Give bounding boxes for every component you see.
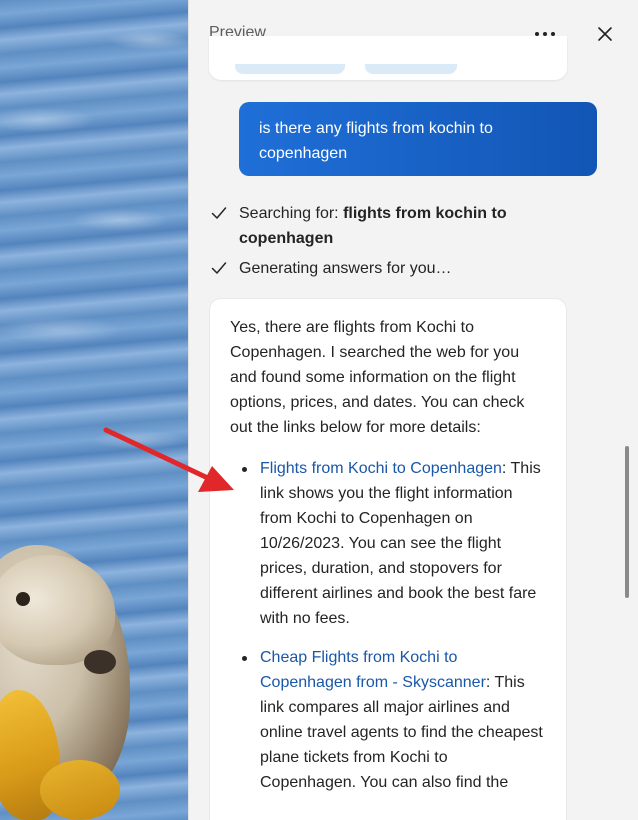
status-prefix: Searching for: (239, 205, 344, 222)
suggestion-chip[interactable] (365, 64, 457, 74)
close-icon (598, 27, 612, 41)
wallpaper-photo (0, 0, 188, 820)
status-text: Generating answers for you… (239, 260, 452, 277)
checkmark-icon (211, 262, 227, 274)
annotation-arrow-icon (103, 427, 234, 492)
list-item: Flights from Kochi to Copenhagen: This l… (230, 456, 546, 631)
scrollbar-thumb[interactable] (625, 446, 629, 598)
result-link[interactable]: Flights from Kochi to Copenhagen (260, 460, 502, 477)
preview-panel: Preview is there any flights from kochin… (188, 0, 638, 820)
status-searching: Searching for: flights from kochin to co… (211, 201, 559, 251)
answer-intro: Yes, there are flights from Kochi to Cop… (230, 319, 525, 436)
otter-eye (16, 592, 30, 606)
otter-nose (84, 650, 116, 674)
user-message-bubble: is there any flights from kochin to cope… (239, 102, 597, 176)
answer-card: Yes, there are flights from Kochi to Cop… (209, 298, 567, 820)
result-link[interactable]: Cheap Flights from Kochi to Copenhagen f… (260, 649, 486, 691)
otter-head (0, 555, 115, 665)
close-button[interactable] (591, 20, 619, 48)
result-description: : This link shows you the flight informa… (260, 460, 541, 627)
status-generating: Generating answers for you… (211, 256, 559, 281)
answer-list: Flights from Kochi to Copenhagen: This l… (230, 456, 546, 795)
suggestion-chip[interactable] (235, 64, 345, 74)
previous-response-card (209, 36, 567, 80)
kelp-fragment (40, 760, 120, 820)
result-description: : This link compares all major airlines … (260, 674, 543, 791)
list-item: Cheap Flights from Kochi to Copenhagen f… (230, 645, 546, 795)
checkmark-icon (211, 207, 227, 219)
